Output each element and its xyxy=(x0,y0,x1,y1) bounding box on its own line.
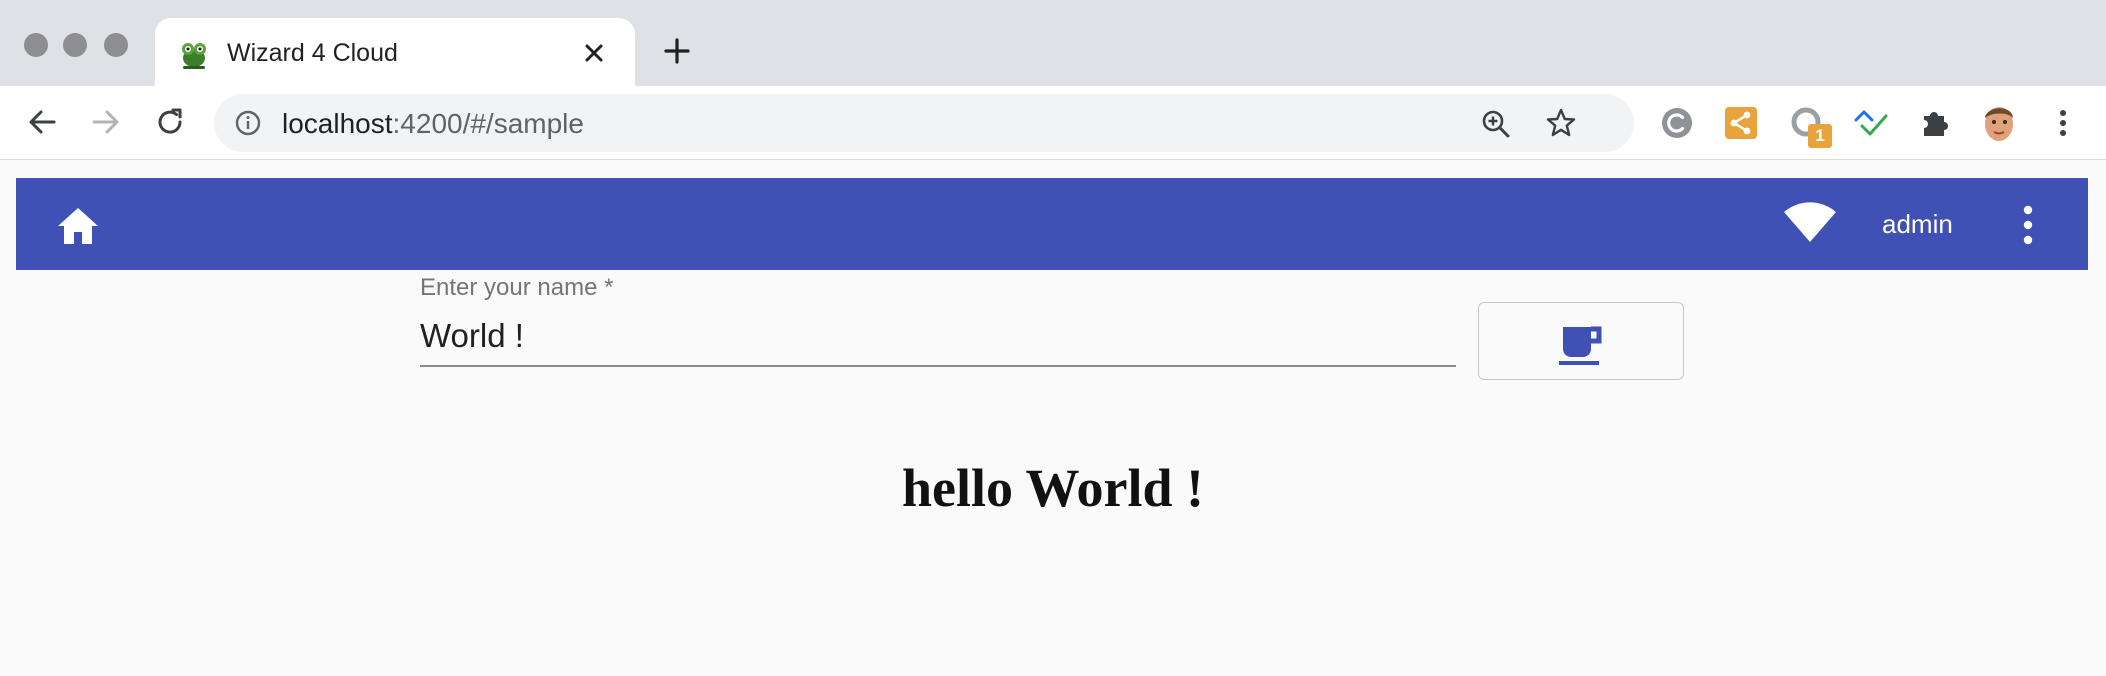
back-arrow-icon[interactable] xyxy=(24,104,60,140)
frog-favicon-icon xyxy=(182,43,206,69)
new-tab-plus-icon[interactable] xyxy=(660,34,694,68)
forward-arrow-icon[interactable] xyxy=(88,104,124,140)
browser-tab-active[interactable]: Wizard 4 Cloud xyxy=(155,18,635,86)
wifi-icon[interactable] xyxy=(1782,200,1838,244)
name-form-field: Enter your name * xyxy=(420,270,1456,368)
address-url[interactable]: localhost:4200/#/sample xyxy=(282,108,584,140)
greeting-prefix: hello xyxy=(901,458,1013,518)
window-close-button[interactable] xyxy=(24,33,48,57)
c-extension-icon[interactable] xyxy=(1658,104,1696,142)
window-zoom-button[interactable] xyxy=(104,33,128,57)
bookmark-star-icon[interactable] xyxy=(1544,106,1578,140)
zoom-in-icon[interactable] xyxy=(1480,108,1512,140)
window-minimize-button[interactable] xyxy=(63,33,87,57)
browser-tabstrip: Wizard 4 Cloud xyxy=(0,0,2106,86)
name-input[interactable] xyxy=(420,316,1456,356)
greeting-heading: hello World ! xyxy=(0,456,2106,520)
greeting-name: World ! xyxy=(1025,458,1205,518)
name-field-label: Enter your name * xyxy=(420,274,614,301)
reload-icon[interactable] xyxy=(152,104,188,140)
home-icon[interactable] xyxy=(56,204,100,248)
app-toolbar: admin xyxy=(16,178,2088,270)
coffee-button[interactable] xyxy=(1478,302,1684,380)
site-info-icon[interactable] xyxy=(234,109,262,137)
puzzle-extensions-icon[interactable] xyxy=(1916,104,1954,142)
share-extension-icon[interactable] xyxy=(1722,104,1760,142)
url-host: localhost xyxy=(282,108,393,139)
check-wave-extension-icon[interactable] xyxy=(1852,104,1890,142)
url-path: :4200/#/sample xyxy=(392,108,584,139)
extension-badge-count: 1 xyxy=(1808,124,1832,148)
name-input-underline xyxy=(420,365,1456,367)
profile-avatar-icon[interactable] xyxy=(1978,100,2020,144)
browser-toolbar: localhost:4200/#/sample xyxy=(0,86,2106,160)
browser-menu-kebab-icon[interactable] xyxy=(2044,104,2082,142)
tab-close-icon[interactable] xyxy=(579,38,609,68)
app-menu-kebab-icon[interactable] xyxy=(2020,204,2036,246)
tab-title: Wizard 4 Cloud xyxy=(227,39,398,67)
coffee-cup-icon xyxy=(1559,326,1602,365)
address-bar[interactable]: localhost:4200/#/sample xyxy=(214,94,1634,152)
user-name[interactable]: admin xyxy=(1882,208,1953,240)
